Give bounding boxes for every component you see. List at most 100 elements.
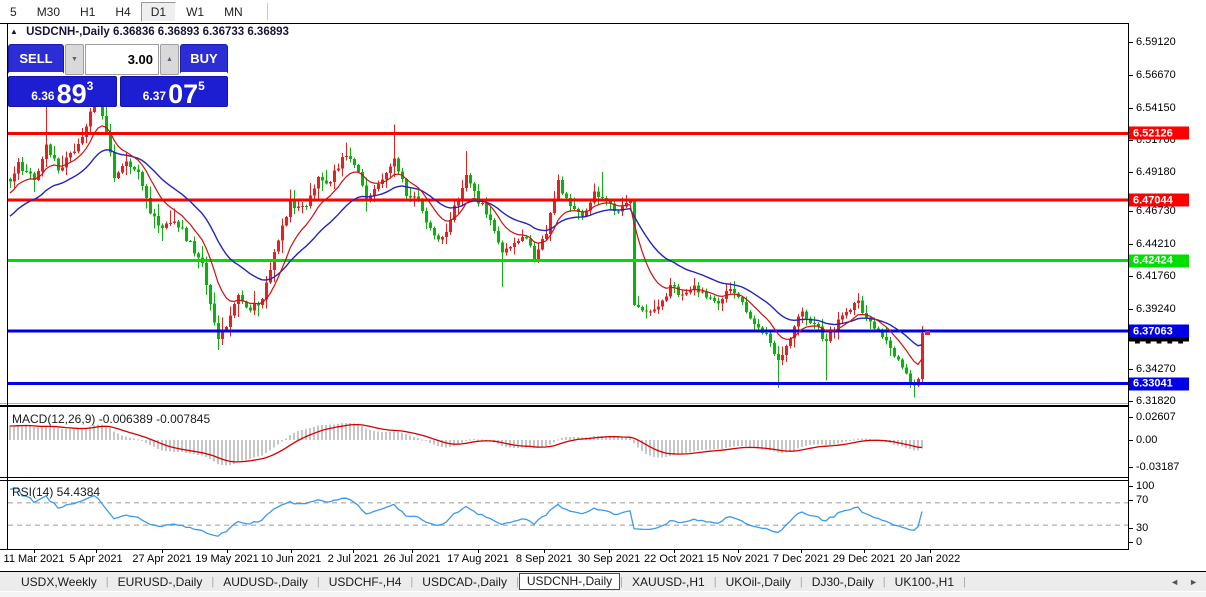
date-axis-label: 7 Dec 2021 bbox=[772, 553, 830, 565]
price-axis-tick bbox=[1129, 172, 1133, 173]
chart-title: ▲ USDCNH-,Daily 6.36836 6.36893 6.36733 … bbox=[10, 26, 289, 38]
price-axis[interactable]: 6.59120 6.56670 6.54150 6.51700 6.49180 6.467… bbox=[1129, 0, 1206, 571]
level-price-badge: 6.37063 bbox=[1129, 324, 1189, 338]
price-axis-label: 6.44210 bbox=[1136, 238, 1176, 250]
collapse-triangle-icon[interactable]: ▲ bbox=[10, 27, 18, 36]
volume-input[interactable] bbox=[85, 44, 159, 75]
price-axis-label: 6.49180 bbox=[1136, 166, 1176, 178]
price-axis-tick bbox=[1129, 42, 1133, 43]
rsi-axis-label: 30 bbox=[1136, 522, 1149, 534]
rsi-axis-label: 0 bbox=[1136, 536, 1143, 548]
buy-price-pip-digit: 5 bbox=[198, 79, 205, 93]
period-w1[interactable]: W1 bbox=[176, 2, 214, 22]
period-h4[interactable]: H4 bbox=[105, 2, 140, 22]
date-axis-label: 2 Jul 2021 bbox=[327, 553, 379, 565]
tab-usdcnh-daily[interactable]: USDCNH-,Daily bbox=[518, 573, 621, 590]
price-axis-label: 6.56670 bbox=[1136, 69, 1176, 81]
sell-price-pip-digit: 3 bbox=[86, 79, 94, 93]
tab-eurusd-daily[interactable]: EURUSD-,Daily bbox=[109, 575, 212, 589]
price-axis-label: 6.54150 bbox=[1136, 102, 1176, 114]
period-mn[interactable]: MN bbox=[214, 2, 253, 22]
rsi-panel-canvas[interactable] bbox=[8, 481, 1128, 548]
chart-ohlc-values: 6.36836 6.36893 6.36733 6.36893 bbox=[113, 26, 289, 38]
date-axis-label: 11 Mar 2021 bbox=[3, 553, 65, 565]
date-axis-label: 27 Apr 2021 bbox=[132, 553, 192, 565]
price-axis-tick bbox=[1129, 211, 1133, 212]
volume-decrease-button[interactable]: ▼ bbox=[65, 44, 84, 75]
price-axis-tick bbox=[1129, 401, 1133, 402]
price-axis-label: 6.46730 bbox=[1136, 205, 1176, 217]
date-axis-label: 15 Nov 2021 bbox=[706, 553, 770, 565]
period-h1[interactable]: H1 bbox=[70, 2, 105, 22]
tabs-scroll-left-icon[interactable]: ◄ bbox=[1170, 577, 1179, 587]
tab-dj30-daily[interactable]: DJ30-,Daily bbox=[803, 575, 883, 589]
price-axis-label: 6.59120 bbox=[1136, 36, 1176, 48]
price-axis-tick bbox=[1129, 75, 1133, 76]
macd-indicator-label: MACD(12,26,9) -0.006389 -0.007845 bbox=[12, 412, 211, 426]
level-price-badge: 6.42424 bbox=[1129, 254, 1189, 268]
price-axis-label: 6.31820 bbox=[1136, 395, 1176, 407]
price-axis-tick bbox=[1129, 244, 1133, 245]
level-price-badge: 6.47044 bbox=[1129, 193, 1189, 207]
tab-audusd-daily[interactable]: AUDUSD-,Daily bbox=[214, 575, 317, 589]
tab-scroll-arrows: ◄ ► bbox=[1170, 577, 1198, 587]
tabs-scroll-right-icon[interactable]: ► bbox=[1189, 577, 1198, 587]
rsi-axis-tick bbox=[1129, 528, 1133, 529]
price-axis-label: 6.34270 bbox=[1136, 363, 1176, 375]
price-axis-tick bbox=[1129, 369, 1133, 370]
tab-ukoil-daily[interactable]: UKOil-,Daily bbox=[717, 575, 800, 589]
date-axis[interactable]: 11 Mar 2021 5 Apr 2021 27 Apr 2021 19 May 2… bbox=[0, 550, 1206, 571]
splitter-macd-rsi-top bbox=[0, 477, 1206, 478]
period-d1[interactable]: D1 bbox=[140, 1, 177, 22]
buy-price-big-digits: 07 bbox=[168, 78, 199, 109]
sell-button[interactable]: SELL bbox=[8, 44, 64, 75]
level-price-badge: 6.33041 bbox=[1129, 377, 1189, 391]
tab-usdx-weekly[interactable]: USDX,Weekly bbox=[12, 575, 106, 589]
date-axis-label: 19 May 2021 bbox=[195, 553, 259, 565]
tab-separator: | bbox=[963, 575, 966, 588]
date-axis-label: 22 Oct 2021 bbox=[644, 553, 704, 565]
date-axis-label: 26 Jul 2021 bbox=[383, 553, 441, 565]
date-axis-label: 8 Sep 2021 bbox=[515, 553, 573, 565]
tab-uk100-h1[interactable]: UK100-,H1 bbox=[886, 575, 963, 589]
price-axis-label: 6.41760 bbox=[1136, 270, 1176, 282]
macd-axis-label: 0.02607 bbox=[1136, 411, 1176, 423]
rsi-axis-label: 70 bbox=[1136, 494, 1149, 506]
date-axis-label: 29 Dec 2021 bbox=[832, 553, 896, 565]
trading-terminal-window: 5 M30 H1 H4 D1 W1 MN ▲ USDCNH-,Daily 6.36836 6… bbox=[0, 0, 1206, 597]
rsi-axis-tick bbox=[1129, 486, 1133, 487]
macd-axis-tick bbox=[1129, 440, 1133, 441]
chart-symbol-label: USDCNH-,Daily bbox=[26, 26, 110, 38]
price-axis-label: 6.39240 bbox=[1136, 303, 1176, 315]
macd-axis-label: -0.03187 bbox=[1136, 461, 1180, 473]
main-chart-bottom-line bbox=[0, 403, 1206, 404]
price-axis-tick bbox=[1129, 108, 1133, 109]
buy-quote-box[interactable]: 6.37 07 5 bbox=[119, 76, 228, 109]
period-5[interactable]: 5 bbox=[0, 2, 27, 22]
tab-xauusd-h1[interactable]: XAUUSD-,H1 bbox=[623, 575, 714, 589]
tab-usdchf-h4[interactable]: USDCHF-,H4 bbox=[320, 575, 411, 589]
bottom-strip bbox=[0, 591, 1206, 597]
tab-usdcad-daily[interactable]: USDCAD-,Daily bbox=[413, 575, 516, 589]
toolbar-separator bbox=[266, 3, 268, 20]
price-axis-tick bbox=[1129, 140, 1133, 141]
splitter-main-macd[interactable] bbox=[0, 405, 1206, 407]
macd-axis-tick bbox=[1129, 467, 1133, 468]
rsi-indicator-label: RSI(14) 54.4384 bbox=[12, 485, 101, 499]
sell-quote-box[interactable]: 6.36 89 3 bbox=[8, 76, 117, 107]
date-axis-label: 5 Apr 2021 bbox=[69, 553, 123, 565]
symbol-tabbar: USDX,Weekly | EURUSD-,Daily | AUDUSD-,Daily |… bbox=[0, 572, 1206, 591]
one-click-trading-panel: SELL ▼ ▲ BUY 6.36 89 3 6.37 07 5 bbox=[8, 44, 228, 107]
sell-price-prefix: 6.36 bbox=[31, 89, 55, 103]
date-axis-label: 10 Jun 2021 bbox=[260, 553, 322, 565]
date-axis-label: 17 Aug 2021 bbox=[447, 553, 509, 565]
sell-price-big-digits: 89 bbox=[56, 78, 87, 109]
period-m30[interactable]: M30 bbox=[27, 2, 70, 22]
volume-increase-button[interactable]: ▲ bbox=[160, 44, 179, 75]
rsi-axis-tick bbox=[1129, 500, 1133, 501]
rsi-axis-tick bbox=[1129, 542, 1133, 543]
macd-axis-tick bbox=[1129, 417, 1133, 418]
rsi-axis-label: 100 bbox=[1136, 480, 1155, 492]
price-axis-tick bbox=[1129, 309, 1133, 310]
buy-button[interactable]: BUY bbox=[180, 44, 228, 75]
